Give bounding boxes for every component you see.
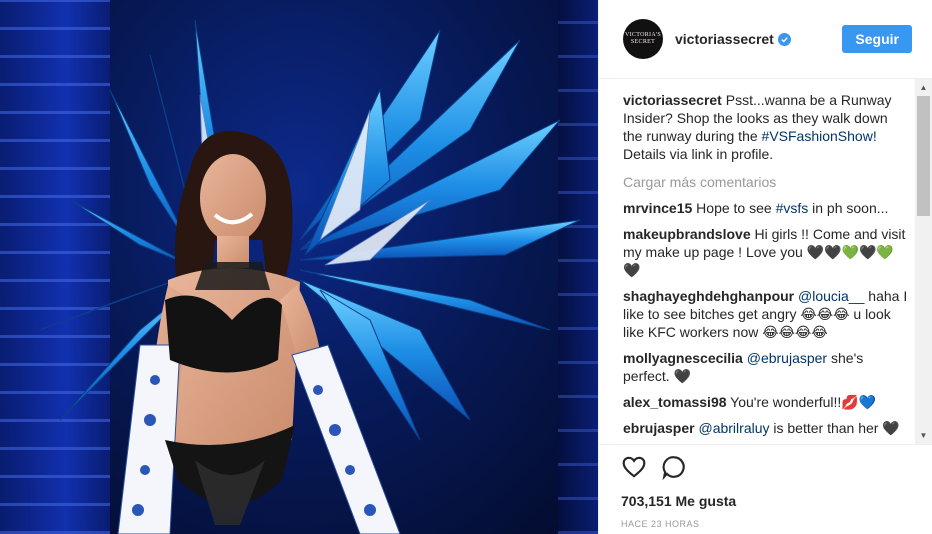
caption-text-end: Details via link in profile. [623, 146, 774, 162]
comment-bubble-icon[interactable] [661, 454, 687, 485]
follow-button[interactable]: Seguir [842, 25, 912, 53]
comment-text-end: in ph soon... [808, 200, 889, 216]
instagram-post: VICTORIA'S SECRET victoriassecret Seguir… [0, 0, 932, 534]
avatar[interactable]: VICTORIA'S SECRET [623, 19, 663, 59]
load-more-comments-link[interactable]: Cargar más comentarios [623, 173, 910, 191]
comment-username[interactable]: makeupbrandslove [623, 226, 751, 242]
avatar-logo-text: VICTORIA'S SECRET [625, 32, 661, 45]
comments-scrollbar[interactable]: ▲ ▼ [915, 79, 932, 444]
comment-username[interactable]: mrvince15 [623, 200, 692, 216]
comment-username[interactable]: alex_tomassi98 [623, 394, 727, 410]
runway-model-illustration [39, 19, 581, 534]
likes-count[interactable]: 703,151 Me gusta [621, 493, 908, 509]
post-header: VICTORIA'S SECRET victoriassecret Seguir [599, 0, 932, 79]
verified-badge-icon [777, 32, 791, 46]
scrollbar-thumb[interactable] [917, 96, 930, 216]
comment-link[interactable]: @abrilraluy [698, 420, 769, 436]
comment-item: shaghayeghdehghanpour @loucia__ haha I l… [623, 287, 910, 341]
comments-list: victoriassecret Psst...wanna be a Runway… [623, 79, 910, 442]
heart-icon[interactable] [621, 454, 647, 485]
scroll-down-arrow-icon[interactable]: ▼ [915, 427, 932, 444]
comment-text: Hope to see [696, 200, 776, 216]
comment-link[interactable]: @ebrujasper [747, 350, 827, 366]
comment-link[interactable]: @loucia__ [798, 288, 864, 304]
comment-username[interactable]: shaghayeghdehghanpour [623, 288, 794, 304]
caption-hashtag[interactable]: #VSFashionShow! [762, 128, 877, 144]
comment-item: makeupbrandslove Hi girls !! Come and vi… [623, 225, 910, 279]
scroll-up-arrow-icon[interactable]: ▲ [915, 79, 932, 96]
username[interactable]: victoriassecret [675, 31, 774, 47]
comment-item: alex_tomassi98 You're wonderful!!💋💙 [623, 393, 910, 411]
caption-username[interactable]: victoriassecret [623, 92, 722, 108]
post-timestamp: HACE 23 HORAS [621, 519, 700, 529]
action-icons [621, 455, 908, 483]
comment-username[interactable]: mollyagnescecilia [623, 350, 743, 366]
comment-text: You're wonderful!!💋💙 [730, 394, 877, 410]
comment-username[interactable]: ebrujasper [623, 420, 695, 436]
post-photo[interactable] [0, 0, 598, 534]
caption: victoriassecret Psst...wanna be a Runway… [623, 91, 910, 163]
comment-link[interactable]: #vsfs [776, 200, 809, 216]
comment-item: mollyagnescecilia @ebrujasper she's perf… [623, 349, 910, 385]
post-actions: 703,151 Me gusta HACE 23 HORAS [599, 444, 932, 529]
comment-item: ebrujasper @abrilraluy is better than he… [623, 419, 910, 442]
post-side-panel: VICTORIA'S SECRET victoriassecret Seguir… [598, 0, 932, 534]
comment-item: mrvince15 Hope to see #vsfs in ph soon..… [623, 199, 910, 217]
